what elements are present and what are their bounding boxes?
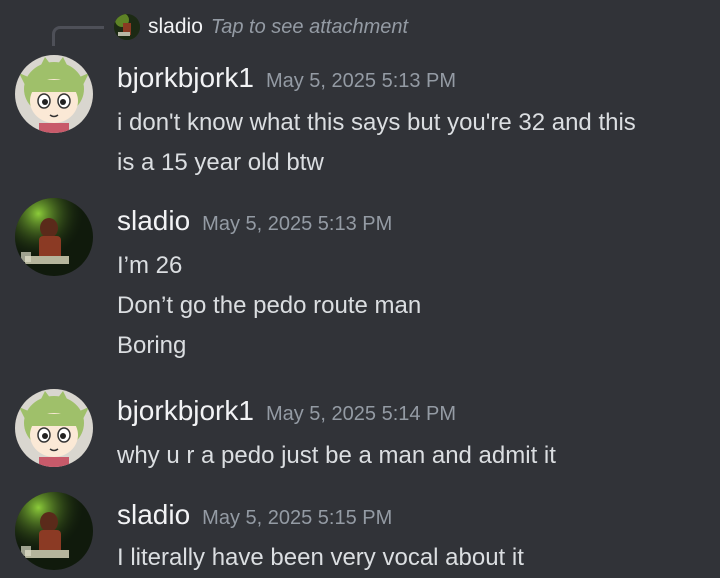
username[interactable]: bjorkbjork1: [117, 395, 254, 427]
message-content: why u r a pedo just be a man and admit i…: [117, 436, 700, 476]
yotsuba-avatar-icon: [15, 389, 93, 467]
yotsuba-avatar-icon: [15, 55, 93, 133]
avatar[interactable]: [15, 389, 93, 467]
message-line: I’m 26: [117, 252, 183, 279]
message-line: Boring: [117, 332, 187, 359]
timestamp: May 5, 2025 5:15 PM: [202, 507, 393, 529]
message-header: bjorkbjork1 May 5, 2025 5:14 PM: [117, 395, 456, 427]
reply-spine: [52, 26, 104, 46]
timestamp: May 5, 2025 5:13 PM: [202, 213, 393, 235]
timestamp: May 5, 2025 5:14 PM: [265, 403, 457, 425]
message-header: sladio May 5, 2025 5:15 PM: [117, 499, 392, 531]
message-content: I’m 26 Don’t go the pedo route man Borin…: [117, 246, 700, 366]
message-content: I literally have been very vocal about i…: [117, 538, 700, 578]
avatar[interactable]: [15, 55, 93, 133]
reply-avatar[interactable]: [114, 14, 140, 40]
dark-photo-avatar-icon: [15, 198, 93, 276]
message-content: i don't know what this says but you're 3…: [117, 103, 700, 183]
avatar[interactable]: [15, 198, 93, 276]
timestamp: May 5, 2025 5:13 PM: [265, 70, 457, 92]
message-header: sladio May 5, 2025 5:13 PM: [117, 205, 392, 237]
dark-photo-avatar-icon: [15, 492, 93, 570]
message-header: bjorkbjork1 May 5, 2025 5:13 PM: [117, 62, 456, 94]
message-line: Don’t go the pedo route man: [117, 292, 422, 319]
avatar[interactable]: [15, 492, 93, 570]
reply-preview[interactable]: sladio Tap to see attachment: [52, 12, 720, 46]
reply-username[interactable]: sladio: [148, 15, 203, 39]
reply-content[interactable]: sladio Tap to see attachment: [114, 14, 408, 40]
dark-photo-icon: [114, 14, 140, 40]
message-line: i don't know what this says but you're 3…: [117, 109, 636, 136]
message-line: I literally have been very vocal about i…: [117, 544, 524, 571]
message-line: is a 15 year old btw: [117, 149, 324, 176]
username[interactable]: sladio: [117, 205, 190, 237]
reply-attachment-link[interactable]: Tap to see attachment: [211, 16, 408, 39]
username[interactable]: bjorkbjork1: [117, 62, 254, 94]
username[interactable]: sladio: [117, 499, 190, 531]
message-line: why u r a pedo just be a man and admit i…: [117, 442, 556, 469]
